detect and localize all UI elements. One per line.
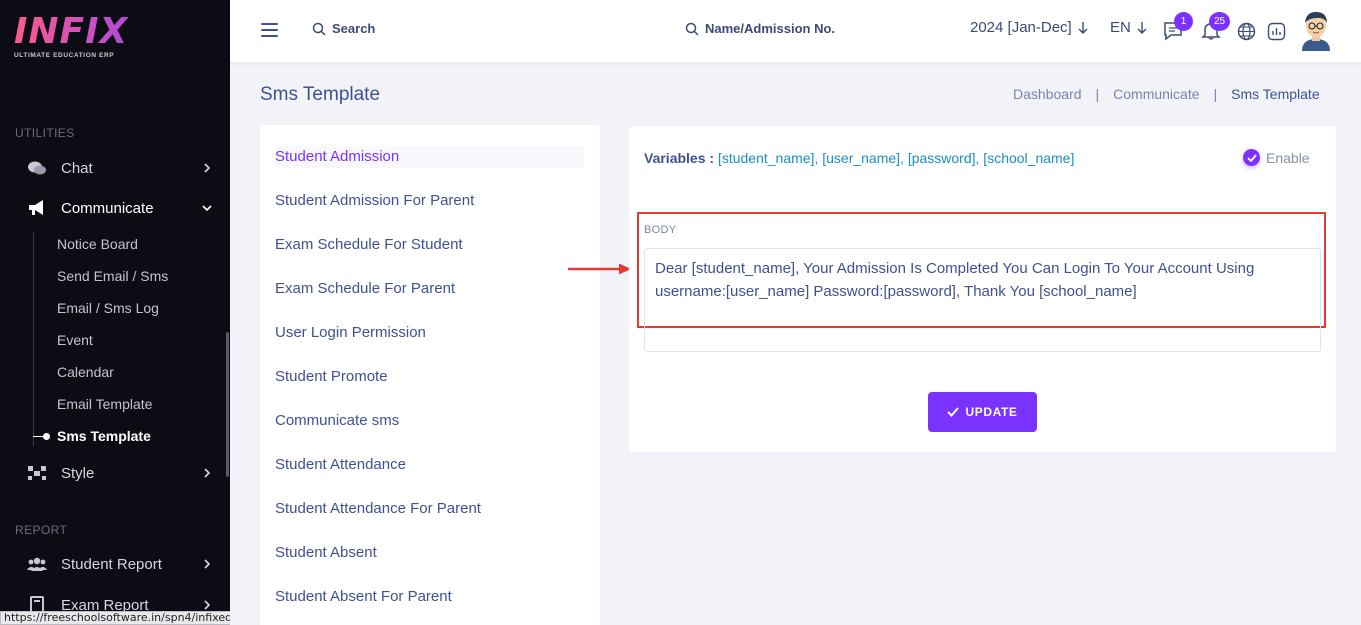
megaphone-icon — [26, 197, 48, 219]
template-list-card: Student Admission Student Admission For … — [260, 125, 600, 625]
chevron-right-icon — [204, 559, 211, 569]
template-item-student-attendance-parent[interactable]: Student Attendance For Parent — [275, 498, 481, 520]
section-title-utilities: UTILITIES — [15, 126, 75, 140]
search-icon — [685, 22, 699, 36]
search-label: Search — [332, 21, 376, 36]
search-box[interactable]: Search — [312, 21, 375, 36]
template-item-communicate-sms[interactable]: Communicate sms — [275, 410, 399, 432]
chevron-right-icon — [204, 468, 211, 478]
breadcrumb-separator: | — [1095, 86, 1100, 102]
arrow-down-icon — [1137, 22, 1147, 34]
sidebar-item-student-report[interactable]: Student Report — [0, 549, 230, 579]
template-item-student-admission-parent[interactable]: Student Admission For Parent — [275, 190, 474, 212]
variables-line: Variables : [student_name], [user_name],… — [644, 150, 1074, 166]
enable-label: Enable — [1266, 149, 1310, 166]
session-select[interactable]: 2024 [Jan-Dec] — [970, 19, 1088, 36]
enable-toggle[interactable]: Enable — [1243, 149, 1310, 166]
variables-list: [student_name], [user_name], [password],… — [717, 150, 1075, 166]
menu-toggle-icon[interactable] — [261, 23, 278, 37]
sidebar-item-label: Style — [61, 464, 95, 482]
template-editor-card: Variables : [student_name], [user_name],… — [629, 126, 1336, 452]
breadcrumb: Dashboard | Communicate | Sms Template — [1013, 86, 1320, 102]
variables-label: Variables : — [644, 150, 715, 166]
sidebar-subitem-event[interactable]: Event — [57, 330, 93, 350]
breadcrumb-separator: | — [1213, 86, 1218, 102]
chart-icon — [1267, 22, 1285, 40]
breadcrumb-communicate[interactable]: Communicate — [1113, 86, 1199, 102]
admission-search-box[interactable]: Name/Admission No. — [685, 21, 835, 36]
chevron-right-icon — [204, 163, 211, 173]
template-item-student-absent-parent[interactable]: Student Absent For Parent — [275, 586, 452, 608]
check-icon — [947, 407, 960, 417]
sidebar-item-chat[interactable]: Chat — [0, 153, 230, 183]
template-item-student-absent[interactable]: Student Absent — [275, 542, 377, 564]
sidebar-item-communicate[interactable]: Communicate — [0, 193, 230, 223]
analytics-button[interactable] — [1264, 19, 1288, 43]
language-select[interactable]: EN — [1110, 19, 1147, 36]
template-item-user-login-permission[interactable]: User Login Permission — [275, 322, 426, 344]
sidebar-item-label: Student Report — [61, 555, 162, 573]
notification-count-badge: 25 — [1209, 12, 1230, 31]
logo-subtitle: ULTIMATE EDUCATION ERP — [14, 52, 115, 59]
user-avatar[interactable] — [1298, 9, 1334, 51]
page-title: Sms Template — [260, 84, 381, 105]
breadcrumb-sms-template[interactable]: Sms Template — [1231, 86, 1319, 102]
language-value: EN — [1110, 19, 1131, 36]
top-header: Search Name/Admission No. 2024 [Jan-Dec]… — [230, 0, 1361, 62]
template-item-student-admission[interactable]: Student Admission — [275, 146, 584, 168]
template-item-exam-schedule-parent[interactable]: Exam Schedule For Parent — [275, 278, 455, 300]
submenu-line — [33, 232, 34, 446]
body-textarea[interactable]: Dear [student_name], Your Admission Is C… — [644, 248, 1321, 352]
checkmark-icon — [1243, 149, 1260, 166]
sidebar: INFIX ULTIMATE EDUCATION ERP UTILITIES C… — [0, 0, 230, 625]
app-logo[interactable]: INFIX ULTIMATE EDUCATION ERP — [14, 14, 214, 66]
update-label: UPDATE — [965, 405, 1018, 419]
sidebar-item-style[interactable]: Style — [0, 458, 230, 488]
breadcrumb-dashboard[interactable]: Dashboard — [1013, 86, 1082, 102]
arrow-down-icon — [1078, 22, 1088, 34]
sidebar-item-label: Communicate — [61, 199, 154, 217]
current-item-dot — [43, 433, 50, 440]
sidebar-subitem-sms-template[interactable]: Sms Template — [57, 426, 151, 446]
globe-icon — [1237, 22, 1255, 40]
website-button[interactable] — [1234, 19, 1258, 43]
sidebar-subitem-email-template[interactable]: Email Template — [57, 394, 152, 414]
chevron-down-icon — [202, 205, 212, 212]
browser-status-url: https://freeschoolsoftware.in/spn4/infix… — [0, 611, 230, 625]
session-value: 2024 [Jan-Dec] — [970, 19, 1072, 36]
sidebar-subitem-calendar[interactable]: Calendar — [57, 362, 114, 382]
template-item-student-attendance[interactable]: Student Attendance — [275, 454, 406, 476]
logo-wordmark: INFIX — [14, 14, 214, 50]
template-item-student-promote[interactable]: Student Promote — [275, 366, 388, 388]
sidebar-item-label: Chat — [61, 159, 93, 177]
admission-search-label: Name/Admission No. — [705, 21, 836, 36]
template-item-exam-schedule-student[interactable]: Exam Schedule For Student — [275, 234, 463, 256]
sidebar-subitem-notice-board[interactable]: Notice Board — [57, 234, 138, 254]
sidebar-subitem-email-sms-log[interactable]: Email / Sms Log — [57, 298, 159, 318]
message-count-badge: 1 — [1174, 12, 1193, 31]
body-label: BODY — [644, 224, 677, 236]
update-button[interactable]: UPDATE — [928, 392, 1037, 432]
users-icon — [26, 553, 48, 575]
sidebar-subitem-send-email-sms[interactable]: Send Email / Sms — [57, 266, 168, 286]
sidebar-scrollbar[interactable] — [226, 332, 229, 477]
section-title-report: REPORT — [15, 523, 68, 537]
chat-icon — [26, 157, 48, 179]
style-icon — [26, 462, 48, 484]
annotation-arrow-icon — [568, 263, 631, 275]
search-icon — [312, 22, 326, 36]
chevron-right-icon — [204, 600, 211, 610]
